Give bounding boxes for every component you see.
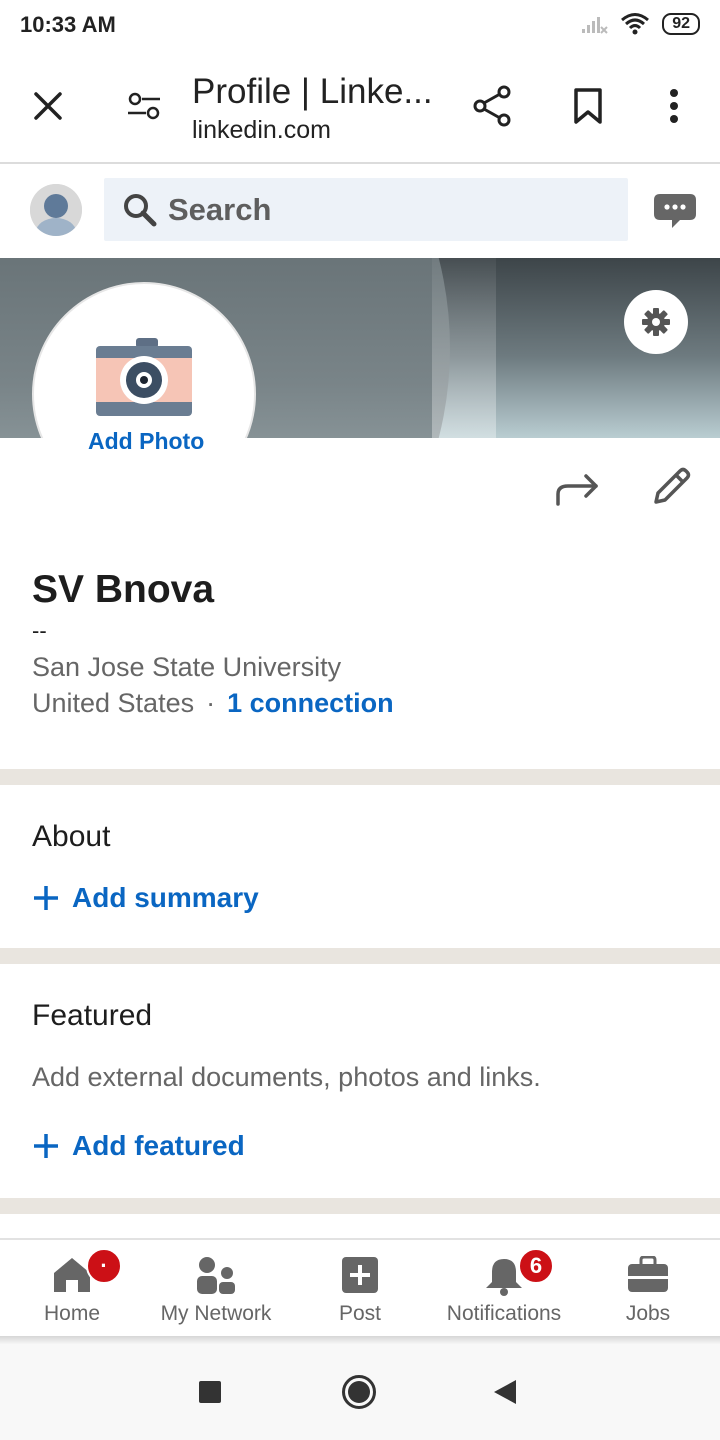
add-summary-button[interactable]: Add summary [32, 882, 259, 914]
share-profile-icon[interactable] [554, 470, 600, 511]
nav-label-jobs: Jobs [625, 1302, 671, 1325]
site-settings-icon[interactable] [124, 86, 164, 126]
back-icon[interactable] [492, 1378, 518, 1411]
plus-icon [34, 1134, 58, 1158]
more-options-icon[interactable] [660, 86, 688, 126]
page-title: Profile | Linke... [192, 72, 433, 111]
bottom-nav: · Home My Network Post 6 Notifications J… [0, 1238, 720, 1336]
share-page-icon[interactable] [470, 84, 514, 128]
nav-shadow [0, 1336, 720, 1344]
featured-title: Featured [32, 999, 153, 1032]
nav-item-home[interactable]: · Home [0, 1240, 144, 1338]
status-icons: 92 [580, 12, 700, 36]
system-navigation-bar [0, 1344, 720, 1440]
about-title: About [32, 820, 111, 853]
wifi-icon [621, 13, 650, 35]
recent-apps-icon[interactable] [198, 1380, 222, 1409]
profile-headline: -- [32, 618, 47, 643]
messaging-icon[interactable] [652, 192, 698, 235]
search-icon [124, 194, 157, 227]
add-photo-link[interactable]: Add Photo [88, 428, 204, 455]
nav-item-notifications[interactable]: 6 Notifications [432, 1240, 576, 1338]
plus-icon [34, 886, 58, 910]
browser-toolbar: Profile | Linke... linkedin.com [0, 52, 720, 164]
close-icon[interactable] [28, 86, 68, 126]
add-featured-button[interactable]: Add featured [32, 1130, 245, 1162]
profile-name: SV Bnova [32, 568, 215, 611]
status-bar: 10:33 AM 92 [0, 0, 720, 52]
profile-school: San Jose State University [32, 652, 342, 682]
connections-link[interactable]: 1 connection [227, 688, 394, 718]
add-featured-label: Add featured [72, 1130, 245, 1161]
camera-icon[interactable] [94, 338, 194, 423]
avatar[interactable] [30, 184, 82, 236]
gear-icon [642, 308, 670, 336]
nav-label-post: Post [338, 1302, 382, 1325]
nav-item-jobs[interactable]: Jobs [576, 1240, 720, 1338]
nav-item-my-network[interactable]: My Network [144, 1240, 288, 1338]
add-summary-label: Add summary [72, 882, 259, 913]
network-icon [197, 1257, 235, 1294]
section-divider [0, 948, 720, 964]
nav-item-post[interactable]: Post [288, 1240, 432, 1338]
edit-background-button[interactable] [624, 290, 688, 354]
edit-profile-icon[interactable] [650, 466, 692, 513]
page-domain: linkedin.com [192, 116, 331, 144]
nav-label-notifications: Notifications [446, 1302, 562, 1325]
profile-location: United States [32, 688, 195, 718]
search-placeholder: Search [168, 192, 272, 227]
post-icon [342, 1257, 378, 1293]
banner-streak [432, 258, 496, 438]
home-button-icon[interactable] [341, 1374, 377, 1415]
linkedin-header: Search [0, 166, 720, 258]
section-divider [0, 769, 720, 785]
notifications-badge: 6 [518, 1248, 554, 1284]
section-divider [0, 1198, 720, 1214]
status-time: 10:33 AM [20, 12, 116, 37]
battery-indicator: 92 [662, 13, 700, 35]
featured-description: Add external documents, photos and links… [32, 1062, 541, 1092]
bookmark-icon[interactable] [570, 86, 606, 126]
profile-location-line: United States · 1 connection [32, 688, 394, 719]
separator-dot: · [206, 688, 216, 718]
home-badge: · [86, 1248, 122, 1284]
nav-label-my-network: My Network [160, 1302, 272, 1325]
signal-icon [582, 17, 608, 34]
briefcase-icon [628, 1256, 668, 1292]
search-input[interactable]: Search [104, 178, 628, 241]
nav-label-home: Home [43, 1302, 101, 1325]
